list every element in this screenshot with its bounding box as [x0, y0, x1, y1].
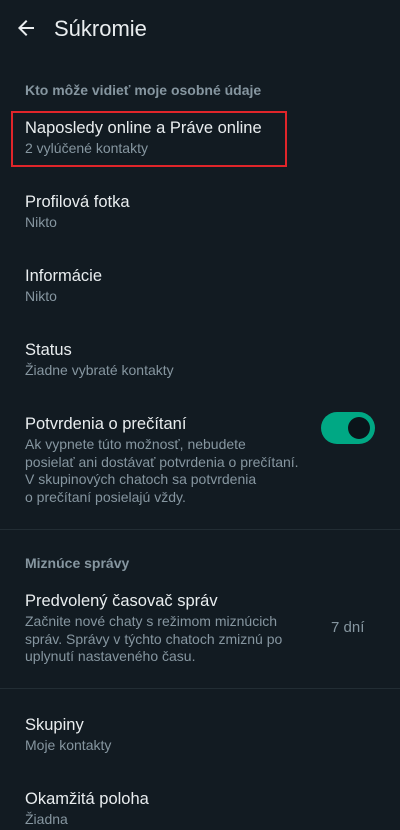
setting-subtitle: Nikto — [25, 214, 57, 230]
setting-title: Okamžitá poloha — [25, 790, 149, 808]
setting-subtitle: Moje kontakty — [25, 737, 112, 753]
privacy-screen: Súkromie Kto môže vidieť moje osobné úda… — [0, 0, 400, 830]
arrow-left-icon — [18, 20, 34, 36]
setting-description-line: posielať ani dostávať potvrdenia o prečí… — [25, 453, 299, 470]
setting-description-line: Začnite nové chaty s režimom miznúcich — [25, 613, 278, 629]
setting-subtitle: 2 vylúčené kontakty — [25, 140, 148, 156]
app-bar: Súkromie — [0, 0, 400, 60]
setting-title: Potvrdenia o prečítaní — [25, 415, 187, 433]
divider — [0, 688, 400, 689]
setting-description-line: V skupinových chatoch sa potvrdenia — [25, 471, 257, 487]
setting-status[interactable]: Status Žiadne vybraté kontakty — [0, 332, 400, 390]
setting-title: Skupiny — [25, 716, 84, 734]
setting-description-line: Ak vypnete túto možnosť, nebudete — [25, 436, 246, 452]
setting-last-seen-online[interactable]: Naposledy online a Práve online 2 vylúče… — [0, 110, 400, 168]
toggle-knob — [348, 417, 370, 439]
back-button[interactable] — [12, 14, 40, 42]
section-header-disappearing-messages: Miznúce správy — [25, 555, 130, 571]
setting-subtitle: Žiadna — [25, 811, 68, 827]
setting-title: Naposledy online a Práve online — [25, 119, 262, 137]
read-receipts-toggle[interactable] — [321, 412, 375, 444]
setting-title: Status — [25, 341, 72, 359]
setting-title: Profilová fotka — [25, 193, 130, 211]
setting-subtitle: Nikto — [25, 288, 57, 304]
setting-live-location[interactable]: Okamžitá poloha Žiadna — [0, 784, 400, 830]
setting-profile-photo[interactable]: Profilová fotka Nikto — [0, 184, 400, 242]
setting-title: Informácie — [25, 267, 103, 285]
setting-title: Predvolený časovač správ — [25, 592, 218, 610]
setting-groups[interactable]: Skupiny Moje kontakty — [0, 710, 400, 768]
setting-subtitle: Žiadne vybraté kontakty — [25, 362, 174, 378]
section-header-personal-info: Kto môže vidieť moje osobné údaje — [25, 82, 262, 98]
page-title: Súkromie — [54, 16, 147, 41]
setting-description-line: správ. Správy v týchto chatoch zmiznú po — [25, 630, 283, 647]
setting-description-line: o prečítaní posielajú vždy. — [25, 488, 186, 505]
divider — [0, 529, 400, 530]
setting-about[interactable]: Informácie Nikto — [0, 258, 400, 316]
setting-description-line: uplynutí nastaveného času. — [25, 648, 196, 664]
timer-value: 7 dní — [331, 619, 365, 636]
